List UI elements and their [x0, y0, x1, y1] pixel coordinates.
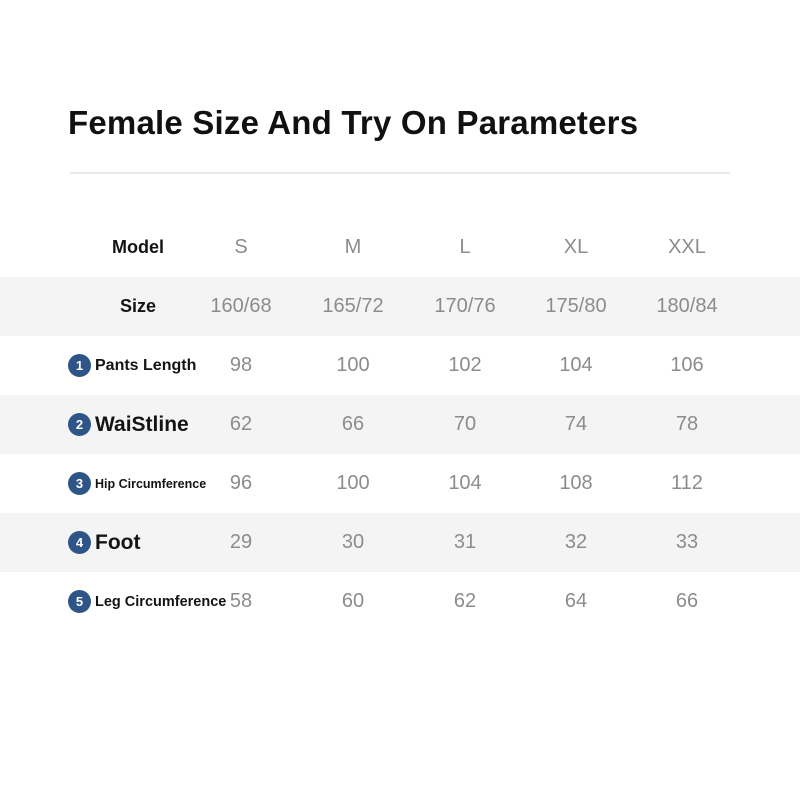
row-1-value-s: 98 — [229, 354, 253, 376]
row-1-value-l: 102 — [448, 354, 482, 376]
header-size-s: S — [234, 236, 248, 258]
row-label-waistline: WaiStline — [95, 412, 189, 436]
row-2-value-m: 66 — [341, 413, 365, 435]
row-4-value-xxl: 33 — [675, 531, 699, 553]
row-4-value-l: 31 — [453, 531, 477, 553]
row-1-value-m: 100 — [336, 354, 370, 376]
header-size-xl: XL — [563, 236, 589, 258]
row-index-badge-4: 4 — [68, 531, 91, 554]
row-2-value-l: 70 — [453, 413, 477, 435]
size-table: Model S M L XL XXL Size 160/68 165/72 17… — [0, 218, 800, 631]
size-value-l: 170/76 — [434, 295, 496, 317]
row-1-value-xxl: 106 — [670, 354, 704, 376]
header-label: Model — [112, 237, 164, 257]
table-row-size: Size 160/68 165/72 170/76 175/80 180/84 — [0, 277, 800, 336]
row-label-foot: Foot — [95, 530, 141, 554]
row-5-value-xl: 64 — [564, 590, 588, 612]
row-index-badge-1: 1 — [68, 354, 91, 377]
title-divider — [70, 172, 730, 174]
size-value-m: 165/72 — [322, 295, 384, 317]
row-index-badge-2: 2 — [68, 413, 91, 436]
row-1-value-xl: 104 — [559, 354, 593, 376]
row-5-value-xxl: 66 — [675, 590, 699, 612]
row-4-value-s: 29 — [229, 531, 253, 553]
table-row: 4 Foot 29 30 31 32 33 — [0, 513, 800, 572]
row-3-value-xl: 108 — [559, 472, 593, 494]
header-size-l: L — [459, 236, 471, 258]
header-size-xxl: XXL — [668, 236, 706, 258]
row-4-value-m: 30 — [341, 531, 365, 553]
size-value-xl: 175/80 — [545, 295, 607, 317]
row-2-value-xl: 74 — [564, 413, 588, 435]
row-4-value-xl: 32 — [564, 531, 588, 553]
row-3-value-m: 100 — [336, 472, 370, 494]
row-5-value-s: 58 — [229, 590, 253, 612]
table-header-row: Model S M L XL XXL — [0, 218, 800, 277]
table-row: 2 WaiStline 62 66 70 74 78 — [0, 395, 800, 454]
row-5-value-l: 62 — [453, 590, 477, 612]
row-3-value-xxl: 112 — [671, 472, 703, 494]
size-label: Size — [119, 296, 157, 316]
row-3-value-l: 104 — [448, 472, 482, 494]
size-value-s: 160/68 — [210, 295, 272, 317]
row-5-value-m: 60 — [341, 590, 365, 612]
size-chart-page: Female Size And Try On Parameters Model … — [0, 0, 800, 800]
table-row: 3 Hip Circumference 96 100 104 108 112 — [0, 454, 800, 513]
row-2-value-xxl: 78 — [675, 413, 699, 435]
row-3-value-s: 96 — [229, 472, 253, 494]
row-index-badge-5: 5 — [68, 590, 91, 613]
table-row: 1 Pants Length 98 100 102 104 106 — [0, 336, 800, 395]
row-2-value-s: 62 — [229, 413, 253, 435]
row-label-pants-length: Pants Length — [95, 356, 197, 374]
page-title: Female Size And Try On Parameters — [68, 104, 639, 141]
size-value-xxl: 180/84 — [656, 295, 718, 317]
header-size-m: M — [344, 236, 362, 258]
row-index-badge-3: 3 — [68, 472, 91, 495]
table-row: 5 Leg Circumference 58 60 62 64 66 — [0, 572, 800, 631]
